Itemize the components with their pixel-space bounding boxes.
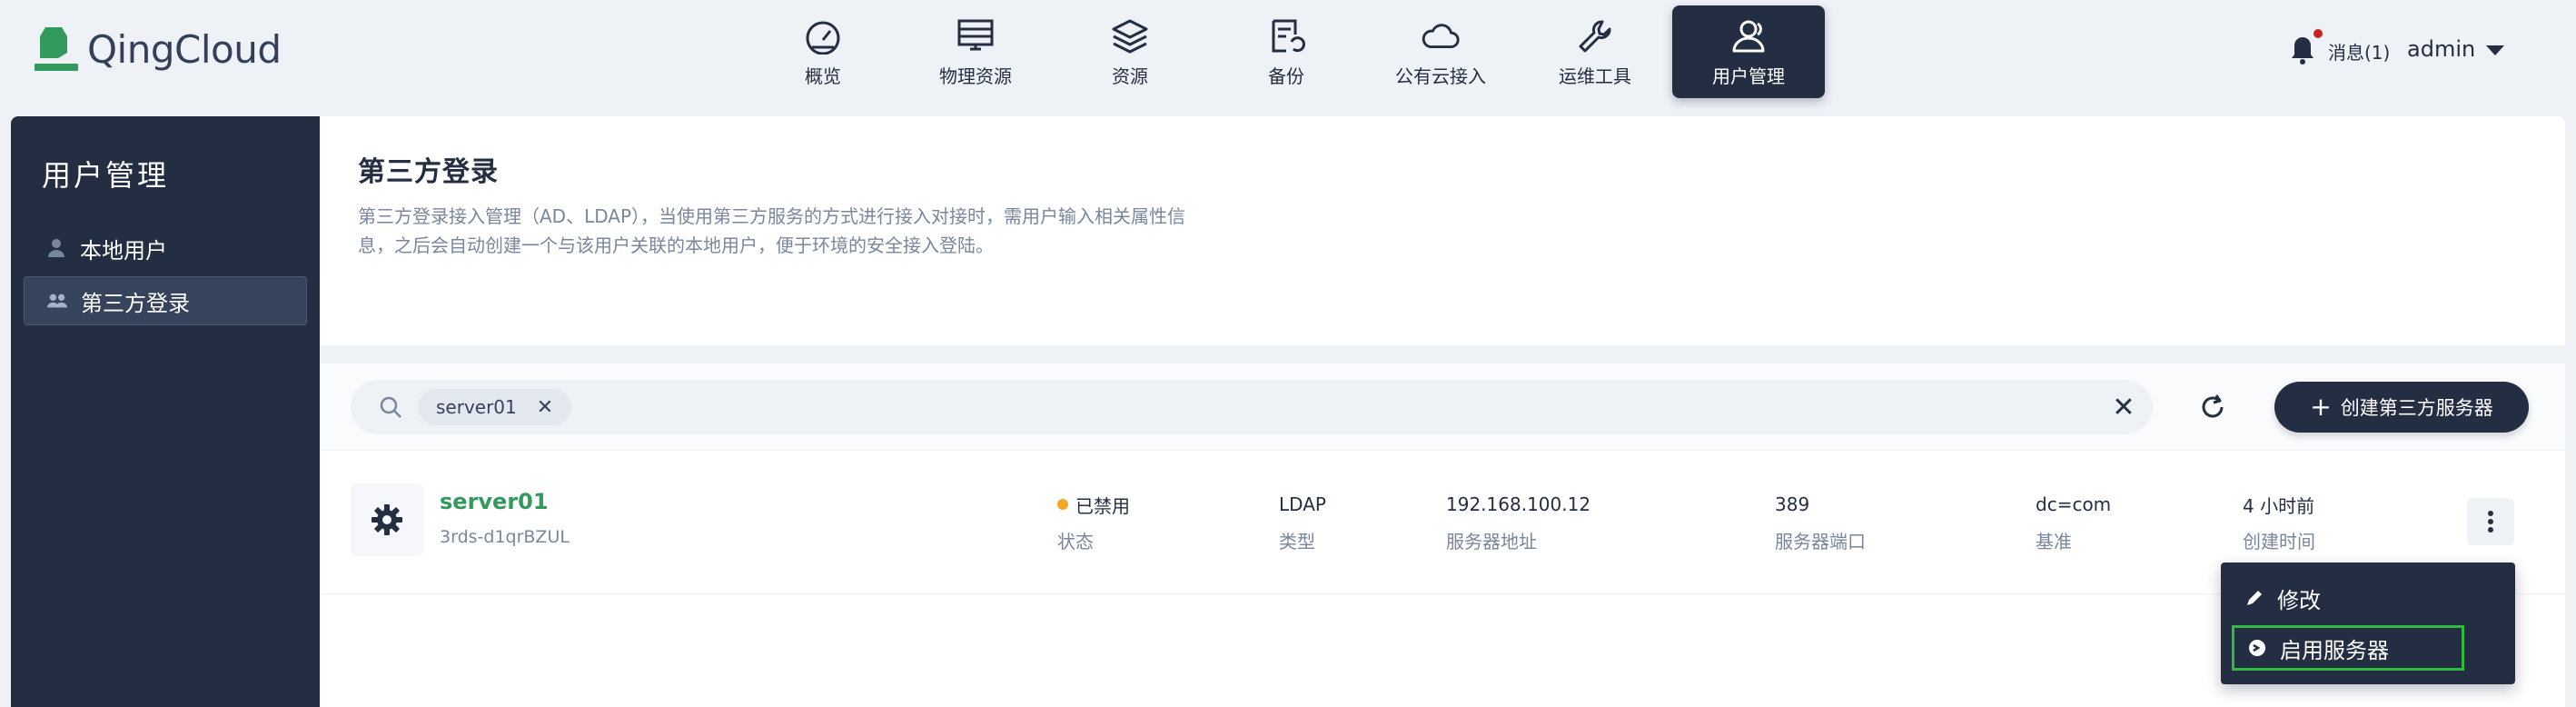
list-toolbar: server01 ✕ ✕ + 创建第三方服务器 <box>320 363 2565 451</box>
nav-item-user-management[interactable]: 用户管理 <box>1672 5 1825 98</box>
server-name-link[interactable]: server01 <box>440 489 549 514</box>
sidebar-item-third-party-login[interactable]: 第三方登录 <box>24 276 307 325</box>
group-icon <box>46 290 68 312</box>
nav-label: 资源 <box>1112 65 1148 87</box>
brand-logo[interactable]: QingCloud <box>35 25 282 73</box>
nav-item-public-cloud[interactable]: 公有云接入 <box>1364 5 1517 98</box>
user-icon <box>45 237 67 259</box>
pen-icon <box>2244 588 2264 608</box>
caret-down-icon[interactable] <box>2486 45 2504 55</box>
gear-icon <box>351 483 423 556</box>
sidebar-item-label: 本地用户 <box>80 237 167 264</box>
menu-item-label: 修改 <box>2277 587 2321 613</box>
enable-icon <box>2247 638 2267 658</box>
page-title: 第三方登录 <box>358 156 499 188</box>
nav-label: 概览 <box>805 65 841 87</box>
type-column: LDAP 类型 <box>1279 493 1326 553</box>
nav-item-backup[interactable]: 备份 <box>1210 5 1362 98</box>
backup-icon <box>1265 16 1307 56</box>
create-third-party-server-button[interactable]: + 创建第三方服务器 <box>2274 382 2529 433</box>
nav-item-physical-resources[interactable]: 物理资源 <box>899 5 1052 98</box>
notification-dot <box>2313 29 2323 38</box>
sidebar-title: 用户管理 <box>42 158 170 193</box>
status-dot <box>1057 499 1068 510</box>
status-column: 已禁用 状态 <box>1057 493 1130 553</box>
server-id: 3rds-d1qrBZUL <box>440 527 570 547</box>
top-bar: QingCloud 概览 物理资源 资源 备份 公有云接入 运维工具 用户管理 … <box>0 0 2576 116</box>
status-value: 已禁用 <box>1075 494 1130 517</box>
row-actions-menu: 修改 启用服务器 <box>2221 563 2515 684</box>
nav-label: 备份 <box>1268 65 1304 87</box>
nav-item-ops-tools[interactable]: 运维工具 <box>1519 5 1671 98</box>
bell-icon[interactable] <box>2289 35 2316 65</box>
port-value: 389 <box>1775 493 1810 515</box>
layers-icon <box>1109 16 1151 56</box>
address-key: 服务器地址 <box>1446 531 1537 553</box>
qingcloud-logo-icon <box>35 25 78 73</box>
page-header: 第三方登录 第三方登录接入管理（AD、LDAP），当使用第三方服务的方式进行接入… <box>320 116 2565 345</box>
type-value: LDAP <box>1279 493 1326 515</box>
clear-search-icon[interactable]: ✕ <box>2105 389 2142 425</box>
cloud-icon <box>1420 16 1461 56</box>
address-column: 192.168.100.12 服务器地址 <box>1446 493 1590 553</box>
brand-name: QingCloud <box>87 26 282 72</box>
nav-label: 用户管理 <box>1712 65 1785 87</box>
sidebar-item-local-users[interactable]: 本地用户 <box>24 224 307 273</box>
base-key: 基准 <box>2036 531 2072 553</box>
menu-item-edit[interactable]: 修改 <box>2232 575 2504 621</box>
plus-icon: + <box>2310 392 2332 422</box>
created-time-column: 4 小时前 创建时间 <box>2243 493 2315 553</box>
page-description: 第三方登录接入管理（AD、LDAP），当使用第三方服务的方式进行接入对接时，需用… <box>358 202 1248 260</box>
nav-label: 物理资源 <box>939 65 1012 87</box>
page-description-line: 第三方登录接入管理（AD、LDAP），当使用第三方服务的方式进行接入对接时，需用… <box>358 205 1186 227</box>
sidebar-item-label: 第三方登录 <box>81 290 190 316</box>
dashboard-icon <box>802 16 844 56</box>
created-time-key: 创建时间 <box>2243 531 2315 553</box>
more-vertical-icon <box>2488 511 2493 533</box>
remove-tag-icon[interactable]: ✕ <box>537 396 553 419</box>
search-filter-text: server01 <box>436 396 517 418</box>
search-icon <box>378 394 403 420</box>
type-key: 类型 <box>1279 531 1315 553</box>
wrench-icon <box>1574 16 1616 56</box>
sidebar: 用户管理 本地用户 第三方登录 <box>11 116 320 707</box>
nav-item-overview[interactable]: 概览 <box>747 5 899 98</box>
users-icon <box>1728 16 1769 56</box>
nav-item-resources[interactable]: 资源 <box>1054 5 1206 98</box>
address-value: 192.168.100.12 <box>1446 493 1591 515</box>
created-time-value: 4 小时前 <box>2243 494 2315 517</box>
base-value: dc=com <box>2036 493 2112 515</box>
status-key: 状态 <box>1057 531 1094 553</box>
nav-label: 运维工具 <box>1559 65 1631 87</box>
create-button-label: 创建第三方服务器 <box>2340 397 2493 419</box>
search-input[interactable]: server01 ✕ ✕ <box>351 380 2153 434</box>
refresh-icon[interactable] <box>2193 387 2233 427</box>
search-filter-tag: server01 ✕ <box>418 389 572 425</box>
user-menu[interactable]: admin <box>2407 36 2475 62</box>
more-actions-button[interactable] <box>2467 498 2514 545</box>
port-column: 389 服务器端口 <box>1775 493 1866 553</box>
nav-label: 公有云接入 <box>1395 65 1486 87</box>
server-icon <box>955 16 996 56</box>
menu-item-label: 启用服务器 <box>2280 637 2389 663</box>
page-description-line: 息，之后会自动创建一个与该用户关联的本地用户，便于环境的安全接入登陆。 <box>358 234 994 256</box>
base-column: dc=com 基准 <box>2036 493 2111 553</box>
port-key: 服务器端口 <box>1775 531 1866 553</box>
menu-item-enable-server[interactable]: 启用服务器 <box>2232 625 2464 671</box>
messages-link[interactable]: 消息(1) <box>2328 38 2390 65</box>
